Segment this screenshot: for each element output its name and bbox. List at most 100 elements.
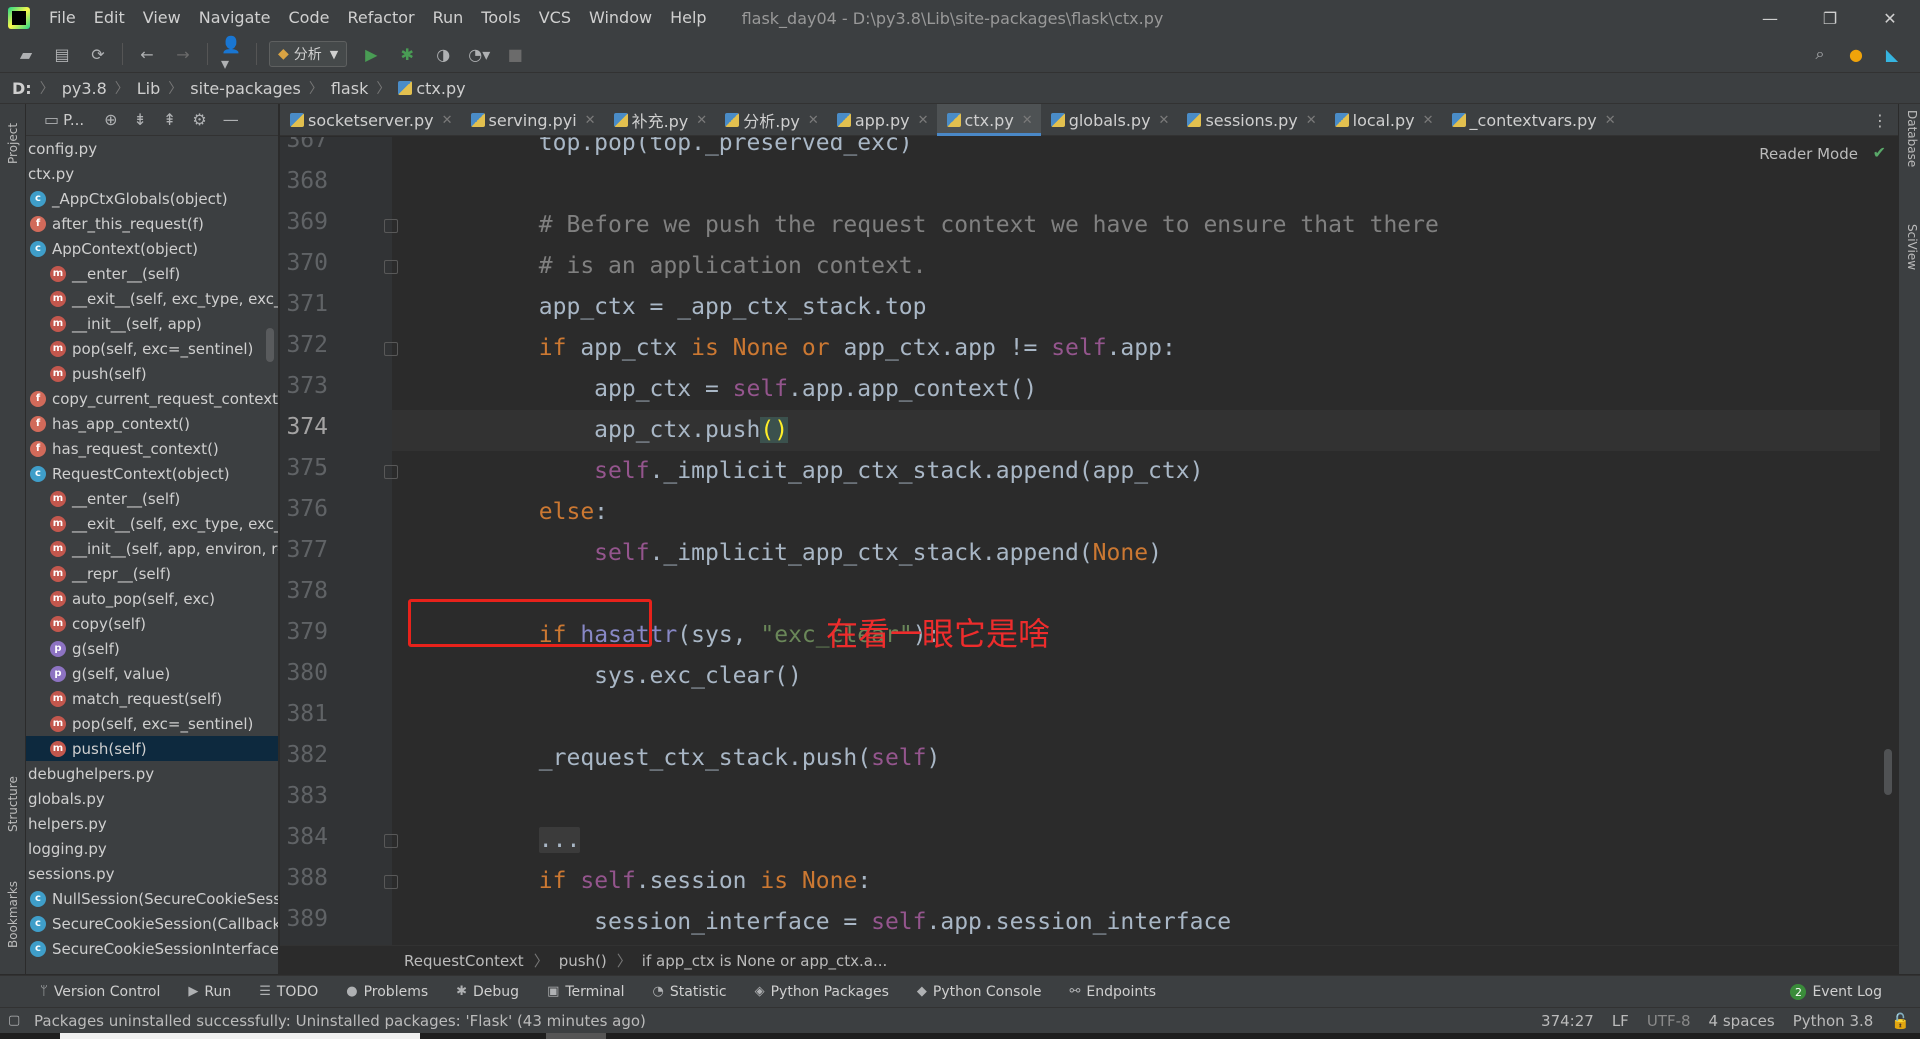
tree-file-item[interactable]: ctx.py: [26, 161, 278, 186]
code-line[interactable]: # is an application context.: [280, 246, 1880, 287]
line-number[interactable]: 376: [280, 496, 328, 522]
tree-member-item[interactable]: m __enter__(self): [26, 486, 278, 511]
coverage-icon[interactable]: ◑: [432, 43, 454, 65]
tree-member-item[interactable]: m __exit__(self, exc_type, exc_: [26, 511, 278, 536]
update-icon[interactable]: ●: [1845, 43, 1867, 65]
tree-file-item[interactable]: config.py: [26, 136, 278, 161]
open-folder-icon[interactable]: ▰: [15, 43, 37, 65]
tree-member-item[interactable]: c _AppCtxGlobals(object): [26, 186, 278, 211]
code-crumb-class[interactable]: RequestContext: [404, 952, 524, 970]
locate-icon[interactable]: ⊕: [104, 110, 117, 129]
event-log-button[interactable]: 2 Event Log: [1790, 976, 1882, 1008]
file-encoding[interactable]: UTF-8: [1647, 1012, 1691, 1030]
code-line[interactable]: [280, 164, 1880, 205]
line-number[interactable]: 382: [280, 742, 328, 768]
editor-tab[interactable]: sessions.py ✕: [1177, 104, 1324, 136]
expand-all-icon[interactable]: ⇟: [134, 110, 147, 129]
editor-tab[interactable]: _contextvars.py ✕: [1442, 104, 1624, 136]
close-tab-icon[interactable]: ✕: [918, 113, 929, 128]
tree-member-item[interactable]: m __enter__(self): [26, 261, 278, 286]
code-line[interactable]: [280, 697, 1880, 738]
tree-member-item[interactable]: c SecureCookieSession(Callback: [26, 911, 278, 936]
editor-scrollbar[interactable]: [1884, 749, 1892, 795]
line-number[interactable]: 370: [280, 250, 328, 276]
forward-arrow-icon[interactable]: →: [172, 43, 194, 65]
line-number[interactable]: 378: [280, 578, 328, 604]
close-tab-icon[interactable]: ✕: [1423, 113, 1434, 128]
code-line[interactable]: if self.session is None:: [280, 861, 1880, 902]
structure-tool-tab[interactable]: Structure: [2, 764, 24, 844]
tree-file-item[interactable]: globals.py: [26, 786, 278, 811]
code-line[interactable]: else:: [280, 492, 1880, 533]
menu-navigate[interactable]: Navigate: [190, 0, 280, 36]
tool-window-button[interactable]: ◆ Python Console: [917, 984, 1042, 1000]
sciview-tool-tab[interactable]: SciView: [1901, 224, 1919, 270]
editor-tab[interactable]: app.py ✕: [827, 104, 937, 136]
editor-tab[interactable]: local.py ✕: [1325, 104, 1442, 136]
breadcrumb-lib[interactable]: Lib: [137, 79, 161, 98]
line-separator[interactable]: LF: [1612, 1012, 1629, 1030]
tree-member-item[interactable]: m push(self): [26, 361, 278, 386]
menu-window[interactable]: Window: [580, 0, 661, 36]
editor-tab[interactable]: 补充.py ✕: [604, 104, 716, 136]
tree-member-item[interactable]: f copy_current_request_context: [26, 386, 278, 411]
close-window-button[interactable]: ✕: [1860, 0, 1920, 36]
fold-marker-icon[interactable]: [384, 260, 398, 274]
fold-marker-icon[interactable]: [384, 465, 398, 479]
breadcrumb-site-packages[interactable]: site-packages: [190, 79, 301, 98]
code-line[interactable]: session_interface = self.app.session_int…: [280, 902, 1880, 943]
project-tool-tab[interactable]: Project: [2, 108, 24, 178]
tree-file-item[interactable]: logging.py: [26, 836, 278, 861]
tool-window-button[interactable]: ᛘ Version Control: [40, 984, 160, 1000]
tree-member-item[interactable]: c AppContext(object): [26, 236, 278, 261]
tabs-more-icon[interactable]: ⋮: [1872, 104, 1888, 136]
tool-window-button[interactable]: ▶ Run: [188, 984, 231, 1000]
line-number[interactable]: 375: [280, 455, 328, 481]
fold-marker-icon[interactable]: [384, 875, 398, 889]
tree-member-item[interactable]: m pop(self, exc=_sentinel): [26, 336, 278, 361]
line-number[interactable]: 367: [280, 137, 328, 153]
breadcrumb-flask[interactable]: flask: [331, 79, 368, 98]
code-line[interactable]: # Before we push the request context we …: [280, 205, 1880, 246]
line-number[interactable]: 384: [280, 824, 328, 850]
profile-icon[interactable]: ◔▾: [468, 43, 490, 65]
code-line[interactable]: self._implicit_app_ctx_stack.append(app_…: [280, 451, 1880, 492]
restore-button[interactable]: ❐: [1800, 0, 1860, 36]
line-number[interactable]: 380: [280, 660, 328, 686]
editor-tab[interactable]: socketserver.py ✕: [280, 104, 461, 136]
database-tool-tab[interactable]: Database: [1901, 110, 1919, 167]
tool-window-button[interactable]: ◈ Python Packages: [755, 984, 889, 1000]
gear-icon[interactable]: ⚙: [192, 110, 206, 129]
line-number[interactable]: 377: [280, 537, 328, 563]
editor-tab[interactable]: globals.py ✕: [1041, 104, 1178, 136]
menu-help[interactable]: Help: [661, 0, 715, 36]
editor-gutter[interactable]: 367 368 369 370 371 372 373 374 375 376 377 378 379 3…: [280, 137, 398, 945]
back-arrow-icon[interactable]: ←: [136, 43, 158, 65]
bookmarks-tool-tab[interactable]: Bookmarks: [2, 864, 24, 964]
menu-code[interactable]: Code: [280, 0, 339, 36]
project-view-icon[interactable]: ▭: [44, 110, 59, 129]
menu-vcs[interactable]: VCS: [530, 0, 580, 36]
close-tab-icon[interactable]: ✕: [1605, 113, 1616, 128]
line-number[interactable]: 389: [280, 906, 328, 932]
tool-window-button[interactable]: ◔ Statistic: [653, 984, 727, 1000]
status-message[interactable]: Packages uninstalled successfully: Unins…: [34, 1012, 646, 1030]
tool-window-button[interactable]: ▣ Terminal: [547, 984, 624, 1000]
code-line[interactable]: app_ctx.push(): [280, 410, 1880, 451]
run-config-select[interactable]: ◆ 分析 ▼: [269, 41, 348, 67]
tree-member-item[interactable]: m __init__(self, app): [26, 311, 278, 336]
editor-tab[interactable]: ctx.py ✕: [936, 104, 1041, 136]
tool-window-button[interactable]: ⚯ Endpoints: [1069, 984, 1156, 1000]
editor-tab[interactable]: 分析.py ✕: [715, 104, 827, 136]
tree-member-item[interactable]: m __repr__(self): [26, 561, 278, 586]
save-all-icon[interactable]: ▤: [51, 43, 73, 65]
editor-tab[interactable]: serving.pyi ✕: [461, 104, 604, 136]
lock-icon[interactable]: 🔓: [1891, 1012, 1910, 1030]
menu-file[interactable]: File: [40, 0, 85, 36]
indent-setting[interactable]: 4 spaces: [1709, 1012, 1775, 1030]
tree-member-item[interactable]: c RequestContext(object): [26, 461, 278, 486]
python-interpreter[interactable]: Python 3.8: [1793, 1012, 1874, 1030]
sync-icon[interactable]: ⟳: [87, 43, 109, 65]
close-tab-icon[interactable]: ✕: [442, 113, 453, 128]
code-line[interactable]: _request_ctx_stack.push(self): [280, 738, 1880, 779]
